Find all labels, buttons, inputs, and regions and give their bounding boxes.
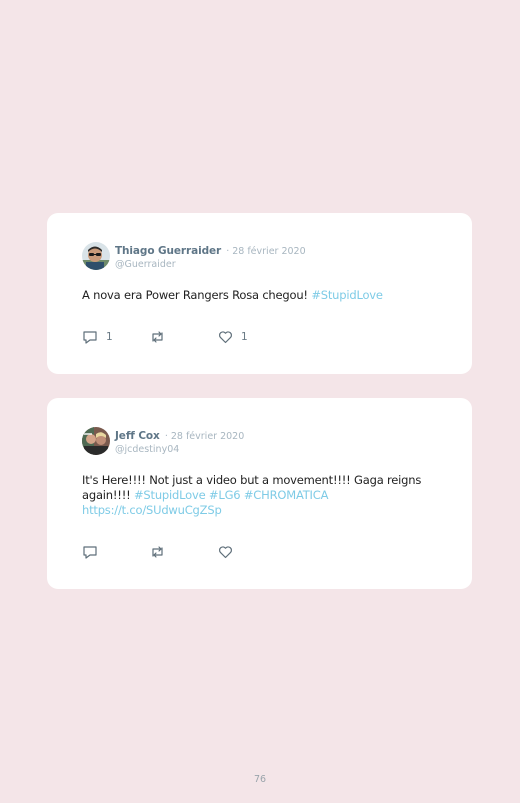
hashtag-link[interactable]: #LG6	[209, 488, 241, 502]
tweet-card: Jeff Cox · 28 février 2020 @jcdestiny04 …	[47, 398, 472, 589]
tweet-body: A nova era Power Rangers Rosa chegou!	[82, 288, 308, 302]
retweet-icon	[149, 330, 166, 344]
heart-icon	[218, 330, 233, 344]
like-button[interactable]: 1	[218, 329, 248, 345]
hashtag-link[interactable]: #StupidLove	[134, 488, 206, 502]
like-button[interactable]	[218, 544, 241, 560]
like-count: 1	[241, 331, 248, 343]
reply-button[interactable]	[82, 544, 106, 560]
author-name[interactable]: Jeff Cox	[115, 430, 160, 442]
avatar[interactable]	[82, 242, 110, 270]
heart-icon	[218, 545, 233, 559]
tweet-actions	[82, 544, 282, 560]
url-link[interactable]: https://t.co/SUdwuCgZSp	[82, 503, 222, 517]
author-handle[interactable]: @jcdestiny04	[115, 443, 244, 456]
page-number: 76	[253, 774, 267, 785]
reply-icon	[82, 545, 98, 560]
reply-button[interactable]: 1	[82, 329, 113, 345]
tweet-actions: 1 1	[82, 329, 282, 345]
tweet-date: · 28 février 2020	[164, 431, 245, 442]
reply-count: 1	[106, 331, 113, 343]
tweet-text: It's Here!!!! Not just a video but a mov…	[82, 473, 442, 518]
author-handle[interactable]: @Guerraider	[115, 258, 306, 271]
hashtag-link[interactable]: #StupidLove	[311, 288, 383, 302]
tweet-header: Thiago Guerraider · 28 février 2020 @Gue…	[115, 242, 306, 271]
tweet-card: Thiago Guerraider · 28 février 2020 @Gue…	[47, 213, 472, 374]
tweet-header: Jeff Cox · 28 février 2020 @jcdestiny04	[115, 427, 244, 456]
reply-icon	[82, 330, 98, 345]
hashtag-link[interactable]: #CHROMATICA	[244, 488, 329, 502]
author-name[interactable]: Thiago Guerraider	[115, 245, 221, 257]
avatar[interactable]	[82, 427, 110, 455]
retweet-button[interactable]	[149, 544, 174, 560]
retweet-button[interactable]	[149, 329, 174, 345]
tweet-date: · 28 février 2020	[226, 246, 306, 257]
retweet-icon	[149, 545, 166, 559]
tweet-text: A nova era Power Rangers Rosa chegou! #S…	[82, 288, 442, 303]
